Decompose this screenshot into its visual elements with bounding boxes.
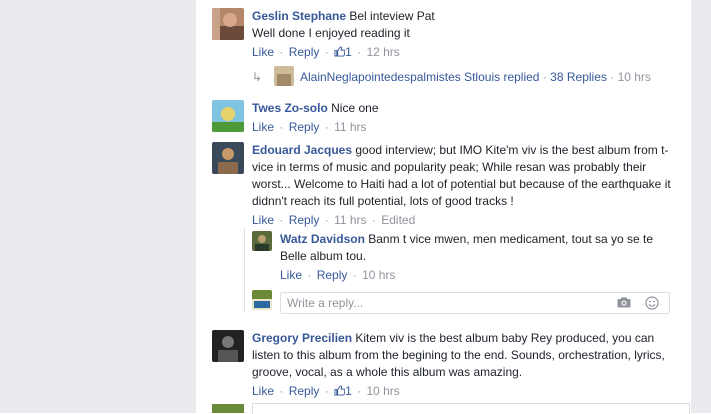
timestamp[interactable]: 11 hrs (334, 120, 366, 134)
right-gutter (691, 0, 711, 413)
timestamp[interactable]: 10 hrs (366, 384, 399, 398)
comment-author[interactable]: Edouard Jacques (252, 143, 352, 157)
separator: · (279, 384, 284, 398)
replied-by[interactable]: AlainNeglapointedespalmistes Stlouis rep… (300, 70, 539, 84)
separator: · (610, 70, 615, 84)
timestamp: 10 hrs (617, 70, 651, 84)
separator: · (307, 268, 312, 282)
avatar (274, 66, 294, 86)
separator: · (357, 384, 362, 398)
thumbs-up-icon (334, 46, 346, 57)
separator: · (371, 213, 376, 227)
comment-author[interactable]: Twes Zo-solo (252, 101, 328, 115)
separator: · (279, 120, 284, 134)
separator: · (324, 384, 329, 398)
reply-link[interactable]: Reply (289, 120, 320, 134)
thumbs-up-icon (334, 385, 346, 396)
timestamp[interactable]: 12 hrs (366, 45, 399, 59)
replies-summary[interactable]: ↳ AlainNeglapointedespalmistes Stlouis re… (252, 66, 651, 86)
separator: · (357, 45, 362, 59)
thread-line (244, 228, 245, 313)
timestamp[interactable]: 10 hrs (362, 268, 395, 282)
separator: · (279, 213, 284, 227)
avatar (212, 403, 244, 413)
reply-link[interactable]: Reply (289, 384, 320, 398)
comment-author[interactable]: Gregory Precilien (252, 331, 352, 345)
avatar[interactable] (212, 142, 244, 174)
camera-icon[interactable] (617, 297, 631, 308)
left-gutter (0, 0, 196, 413)
timestamp[interactable]: 11 hrs (334, 213, 366, 227)
reply-link[interactable]: Reply (289, 213, 320, 227)
like-link[interactable]: Like (280, 268, 302, 282)
reply-link[interactable]: Reply (317, 268, 348, 282)
avatar[interactable] (212, 330, 244, 362)
replies-count[interactable]: 38 Replies (550, 70, 607, 84)
like-count[interactable]: 1 (334, 45, 355, 59)
reply-arrow-icon: ↳ (252, 70, 263, 84)
emoji-icon[interactable] (645, 296, 659, 310)
comment-text-line2: Well done I enjoyed reading it (252, 26, 410, 40)
reply-input[interactable]: Write a reply... (280, 292, 670, 314)
like-count[interactable]: 1 (334, 384, 355, 398)
like-link[interactable]: Like (252, 384, 274, 398)
separator: · (324, 120, 329, 134)
separator: · (279, 45, 284, 59)
separator: · (542, 70, 547, 84)
like-link[interactable]: Like (252, 45, 274, 59)
reply-link[interactable]: Reply (289, 45, 320, 59)
like-count-value: 1 (345, 45, 352, 59)
edited-label[interactable]: Edited (381, 213, 415, 227)
comment-input[interactable] (252, 403, 690, 414)
reply-placeholder: Write a reply... (287, 296, 364, 310)
avatar[interactable] (212, 8, 244, 40)
comment-author[interactable]: Watz Davidson (280, 232, 365, 246)
avatar[interactable] (212, 100, 244, 132)
avatar (252, 290, 272, 310)
avatar[interactable] (252, 231, 272, 251)
comment-text: Nice one (331, 101, 379, 115)
like-link[interactable]: Like (252, 120, 274, 134)
like-link[interactable]: Like (252, 213, 274, 227)
separator: · (324, 45, 329, 59)
separator: · (324, 213, 329, 227)
comment-author[interactable]: Geslin Stephane (252, 9, 346, 23)
comment-text: Bel inteview Pat (349, 9, 435, 23)
separator: · (352, 268, 357, 282)
like-count-value: 1 (345, 384, 352, 398)
